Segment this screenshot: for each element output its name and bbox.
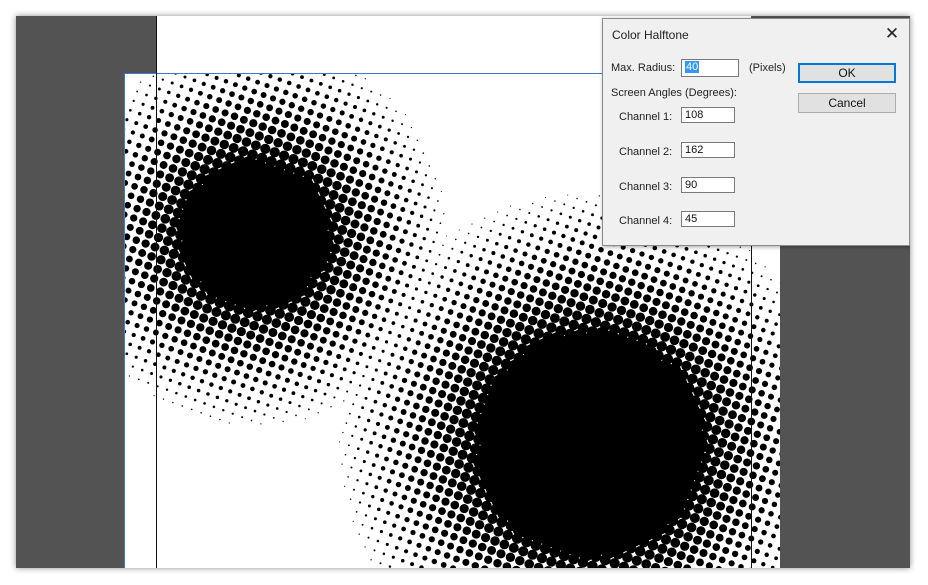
max-radius-label: Max. Radius: bbox=[611, 62, 676, 74]
max-radius-unit: (Pixels) bbox=[749, 62, 786, 74]
max-radius-input[interactable]: 40 bbox=[681, 59, 739, 77]
channel-4-input[interactable] bbox=[681, 211, 735, 227]
canvas-guide-right bbox=[751, 244, 752, 568]
channel-1-label: Channel 1: bbox=[619, 111, 673, 123]
channel-2-input[interactable] bbox=[681, 142, 735, 158]
photoshop-workspace: Color Halftone ✕ Max. Radius: 40 (Pixels… bbox=[16, 16, 910, 568]
channel-2-label: Channel 2: bbox=[619, 146, 673, 158]
ok-button[interactable]: OK bbox=[798, 63, 896, 83]
close-icon[interactable]: ✕ bbox=[875, 19, 909, 49]
channel-3-input[interactable] bbox=[681, 177, 735, 193]
channel-1-input[interactable] bbox=[681, 107, 735, 123]
dialog-titlebar[interactable]: Color Halftone ✕ bbox=[603, 19, 909, 49]
dialog-title: Color Halftone bbox=[612, 28, 689, 42]
cancel-button[interactable]: Cancel bbox=[798, 93, 896, 113]
max-radius-value: 40 bbox=[685, 61, 700, 73]
canvas-guide-left bbox=[156, 16, 157, 568]
channel-3-label: Channel 3: bbox=[619, 181, 673, 193]
screen-angles-label: Screen Angles (Degrees): bbox=[611, 87, 737, 99]
channel-4-label: Channel 4: bbox=[619, 215, 673, 227]
color-halftone-dialog: Color Halftone ✕ Max. Radius: 40 (Pixels… bbox=[602, 18, 910, 246]
